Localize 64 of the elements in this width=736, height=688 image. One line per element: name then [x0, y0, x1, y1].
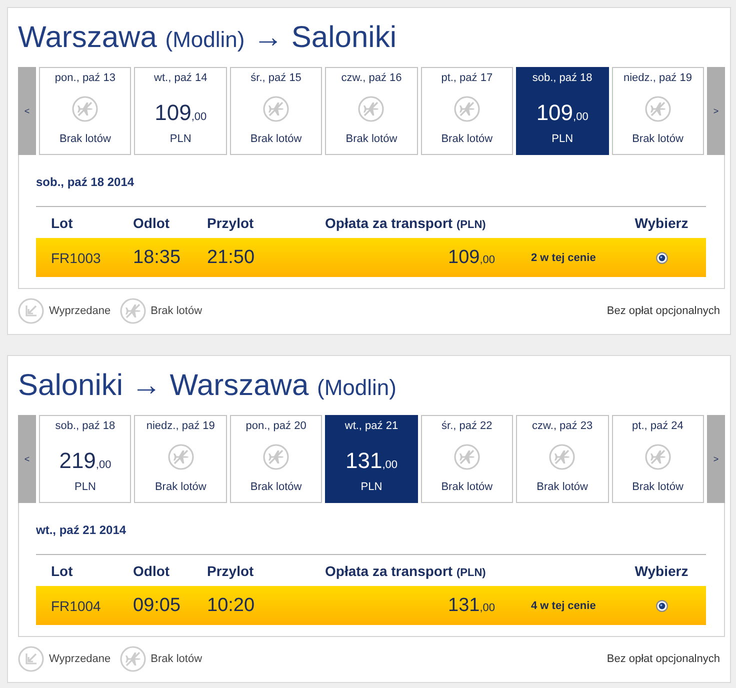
column-header: Odlot [133, 562, 170, 578]
crossed-plane-icon [168, 444, 194, 470]
seats-left-note: 2 w tej cenie [531, 252, 596, 264]
previous-button[interactable]: < [18, 67, 36, 155]
date-tab[interactable]: śr., paź 22 Brak lotów [420, 415, 514, 503]
legend-label: Wyprzedane [49, 653, 111, 665]
date-tab[interactable]: pon., paź 13 Brak lotów [39, 67, 132, 155]
fee-note: Bez opłat opcjonalnych [606, 653, 720, 665]
seats-left-note: 4 w tej cenie [531, 600, 596, 612]
arrival-time: 21:50 [207, 246, 255, 268]
next-button[interactable]: > [706, 67, 725, 155]
route-title: Warszawa (Modlin) → Saloniki [18, 20, 396, 56]
next-button[interactable]: > [706, 415, 725, 503]
previous-button[interactable]: < [18, 415, 36, 503]
crossed-plane-icon [454, 96, 480, 122]
column-header: Wybierz [634, 562, 688, 578]
crossed-plane-icon [454, 444, 480, 470]
crossed-plane-icon [644, 96, 671, 122]
date-tab[interactable]: niedz., paź 19 Brak lotów [612, 67, 704, 155]
fee-note: Bez opłat opcjonalnych [606, 305, 720, 317]
date-tab[interactable]: czw., paź 23 Brak lotów [516, 415, 609, 503]
date-tab[interactable]: śr., paź 15 Brak lotów [230, 67, 322, 155]
column-header: Lot [51, 562, 73, 578]
crossed-plane-icon [120, 646, 146, 672]
radio-button[interactable] [656, 600, 668, 612]
column-header: Opłata za transport (PLN) [325, 214, 486, 230]
date-tab[interactable]: wt., paź 21 131,00 PLN [325, 415, 418, 503]
date-tab[interactable]: sob., paź 18 219,00 PLN [39, 415, 132, 503]
radio-button[interactable] [656, 252, 668, 264]
departure-time: 09:05 [133, 594, 181, 616]
departure-time: 18:35 [133, 246, 181, 268]
fare-price: 131,00 [448, 594, 495, 616]
column-header: Odlot [133, 214, 170, 230]
column-header: Przylot [207, 214, 254, 230]
date-tab[interactable]: pt., paź 24 Brak lotów [612, 415, 704, 503]
arrival-time: 10:20 [207, 594, 255, 616]
crossed-plane-icon [120, 298, 146, 324]
fare-price: 109,00 [448, 246, 495, 268]
column-header: Lot [51, 214, 73, 230]
column-header: Opłata za transport (PLN) [325, 562, 486, 578]
date-tab[interactable]: pt., paź 17 Brak lotów [420, 67, 514, 155]
date-tab[interactable]: sob., paź 18 109,00 PLN [516, 67, 609, 155]
flight-row[interactable]: FR1003 18:35 21:50 109,00 2 w tej cenie [36, 238, 706, 277]
crossed-plane-icon [549, 444, 576, 470]
legend-label: Brak lotów [150, 305, 202, 317]
crossed-plane-icon [72, 96, 98, 122]
flight-row[interactable]: FR1004 09:05 10:20 131,00 4 w tej cenie [36, 586, 706, 625]
column-header: Wybierz [634, 214, 688, 230]
crossed-plane-icon [263, 96, 290, 122]
flight-number: FR1004 [51, 598, 101, 614]
selected-date-heading: wt., paź 21 2014 [36, 522, 126, 538]
route-title: Saloniki → Warszawa (Modlin) [18, 368, 396, 404]
date-tab[interactable]: pon., paź 20 Brak lotów [230, 415, 322, 503]
crossed-plane-icon [644, 444, 671, 470]
date-tab[interactable]: wt., paź 14 109,00 PLN [134, 67, 227, 155]
flight-number: FR1003 [51, 250, 101, 266]
crossed-plane-icon [358, 96, 384, 122]
crossed-plane-icon [263, 444, 290, 470]
column-header: Przylot [207, 562, 254, 578]
date-tab[interactable]: czw., paź 16 Brak lotów [325, 67, 418, 155]
selected-date-heading: sob., paź 18 2014 [36, 174, 134, 190]
legend-label: Brak lotów [150, 653, 202, 665]
date-tab[interactable]: niedz., paź 19 Brak lotów [134, 415, 227, 503]
legend-label: Wyprzedane [49, 305, 111, 317]
